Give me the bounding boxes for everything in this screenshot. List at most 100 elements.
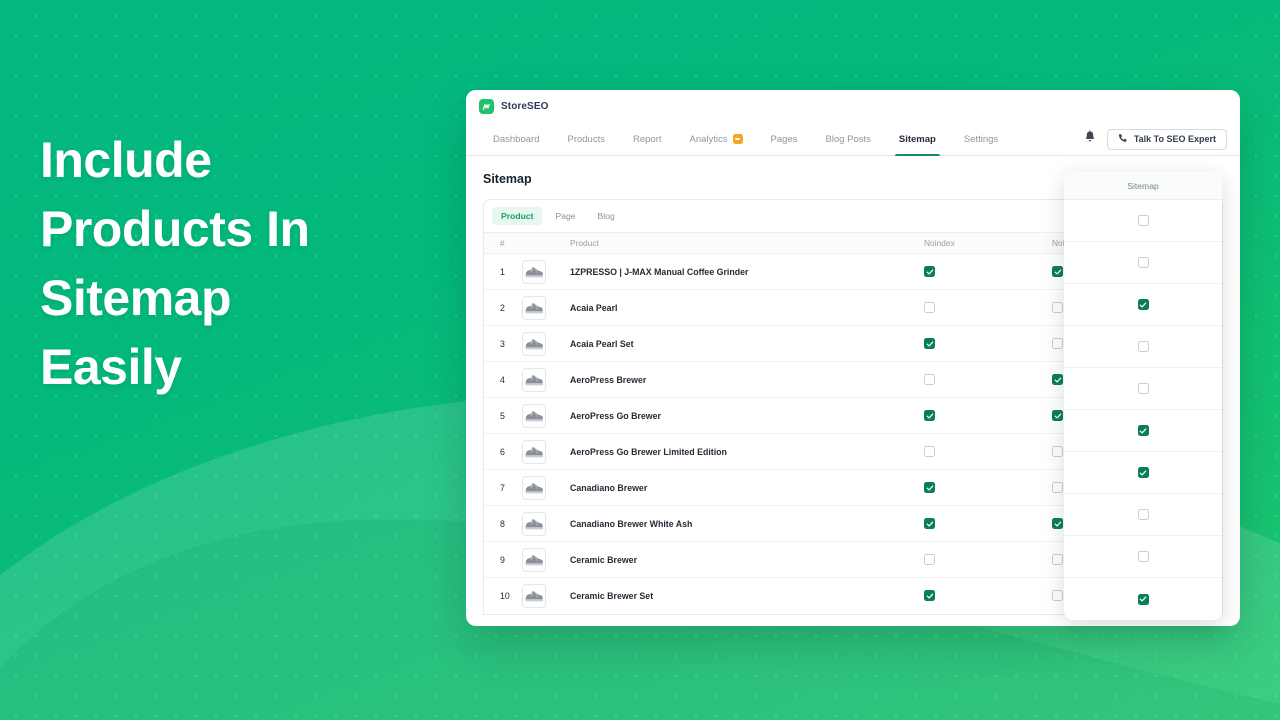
noindex-checkbox[interactable] (924, 374, 935, 386)
product-image-icon (522, 259, 546, 284)
nofollow-checkbox[interactable] (1052, 374, 1063, 386)
row-thumbnail-cell (522, 505, 564, 542)
product-image-icon (522, 547, 546, 572)
sitemap-panel-row (1064, 242, 1222, 284)
row-index: 6 (484, 433, 522, 470)
row-thumbnail-cell (522, 433, 564, 470)
row-thumbnail-cell (522, 361, 564, 398)
nav-label: Products (567, 133, 605, 145)
row-noindex-cell (924, 505, 1052, 542)
tab-label: Product (501, 211, 534, 221)
row-thumbnail-cell (522, 253, 564, 290)
row-noindex-cell (924, 361, 1052, 398)
sitemap-checkbox[interactable] (1137, 593, 1149, 605)
product-image-icon (522, 583, 546, 608)
product-image-icon (522, 295, 546, 320)
column-header-product: Product (564, 232, 924, 254)
row-product-name: Canadiano Brewer White Ash (564, 505, 924, 542)
sitemap-checkbox[interactable] (1137, 383, 1149, 394)
noindex-checkbox[interactable] (924, 302, 935, 314)
row-product-name: Ceramic Brewer (564, 541, 924, 578)
noindex-checkbox[interactable] (924, 518, 935, 530)
tab-blog[interactable]: Blog (589, 207, 624, 225)
product-image-icon (522, 403, 546, 428)
sitemap-checkbox[interactable] (1137, 299, 1149, 310)
sitemap-checkbox[interactable] (1137, 467, 1149, 478)
noindex-checkbox[interactable] (924, 338, 935, 350)
nav-item-sitemap[interactable]: Sitemap (885, 123, 950, 156)
nav-item-report[interactable]: Report (619, 123, 676, 155)
nofollow-checkbox[interactable] (1052, 482, 1063, 494)
nav-item-settings[interactable]: Settings (950, 123, 1012, 155)
hero-headline: Include Products In Sitemap Easily (40, 126, 440, 402)
sitemap-column-panel: Sitemap (1064, 172, 1222, 620)
row-thumbnail-cell (522, 541, 564, 578)
row-noindex-cell (924, 469, 1052, 506)
row-noindex-cell (924, 541, 1052, 578)
noindex-checkbox[interactable] (924, 446, 935, 458)
bell-icon[interactable] (1084, 130, 1096, 148)
tab-product[interactable]: Product (492, 207, 543, 225)
app-topbar: StoreSEO (466, 90, 1240, 123)
row-index: 2 (484, 289, 522, 326)
product-image-icon (522, 475, 546, 500)
promo-banner: Include Products In Sitemap Easily Store… (0, 0, 1280, 720)
product-image-icon (522, 439, 546, 464)
nav-label: Analytics (689, 133, 728, 145)
product-image-icon (522, 367, 546, 392)
sitemap-checkbox[interactable] (1137, 509, 1149, 520)
row-noindex-cell (924, 289, 1052, 326)
row-product-name: AeroPress Go Brewer Limited Edition (564, 433, 924, 470)
nofollow-checkbox[interactable] (1052, 590, 1063, 602)
row-product-name: Acaia Pearl Set (564, 325, 924, 362)
nofollow-checkbox[interactable] (1052, 302, 1063, 314)
column-header-index: # (484, 232, 522, 254)
nav-label: Settings (963, 133, 999, 145)
row-noindex-cell (924, 433, 1052, 470)
row-index: 10 (500, 590, 510, 601)
row-index: 7 (484, 469, 522, 506)
row-index: 5 (484, 397, 522, 434)
nofollow-checkbox[interactable] (1052, 554, 1063, 566)
talk-to-seo-expert-button[interactable]: Talk To SEO Expert (1106, 128, 1227, 150)
tab-label: Blog (597, 211, 615, 221)
nav-item-products[interactable]: Products (553, 123, 619, 155)
nofollow-checkbox[interactable] (1052, 338, 1063, 350)
noindex-checkbox[interactable] (924, 590, 935, 602)
noindex-checkbox[interactable] (924, 554, 935, 566)
noindex-checkbox[interactable] (924, 410, 935, 422)
nofollow-checkbox[interactable] (1052, 518, 1063, 530)
nav-item-dashboard[interactable]: Dashboard (479, 123, 553, 155)
row-product-name: AeroPress Brewer (564, 361, 924, 398)
headline-line-2: Products In (40, 201, 310, 257)
sitemap-panel-row (1064, 536, 1222, 578)
sitemap-checkbox[interactable] (1137, 341, 1149, 352)
sitemap-panel-row (1064, 452, 1222, 494)
nav-item-list: Dashboard Products Report Analytics Page… (479, 123, 1012, 156)
nav-item-analytics[interactable]: Analytics (676, 123, 757, 155)
expert-button-label: Talk To SEO Expert (1133, 134, 1216, 144)
main-navigation: Dashboard Products Report Analytics Page… (466, 123, 1240, 156)
tab-page[interactable]: Page (546, 207, 584, 225)
headline-line-4: Easily (40, 339, 182, 395)
sitemap-checkbox[interactable] (1137, 215, 1149, 226)
noindex-checkbox[interactable] (924, 266, 935, 278)
nav-label: Blog Posts (825, 133, 871, 145)
sitemap-panel-row (1064, 284, 1222, 326)
nav-item-pages[interactable]: Pages (757, 123, 812, 155)
row-thumbnail-cell (522, 469, 564, 506)
nofollow-checkbox[interactable] (1052, 410, 1063, 422)
nofollow-checkbox[interactable] (1052, 266, 1063, 278)
row-index: 8 (484, 505, 522, 542)
nofollow-checkbox[interactable] (1052, 446, 1063, 458)
row-product-name: Ceramic Brewer Set (570, 590, 654, 601)
sitemap-checkbox[interactable] (1137, 257, 1149, 268)
sitemap-checkbox[interactable] (1137, 551, 1149, 562)
nav-item-blog-posts[interactable]: Blog Posts (811, 123, 884, 155)
row-thumbnail-cell (522, 325, 564, 362)
noindex-checkbox[interactable] (924, 482, 935, 494)
row-noindex-cell (924, 397, 1052, 434)
sitemap-panel-header: Sitemap (1064, 172, 1222, 200)
nav-label: Report (632, 133, 662, 145)
sitemap-checkbox[interactable] (1137, 425, 1149, 436)
